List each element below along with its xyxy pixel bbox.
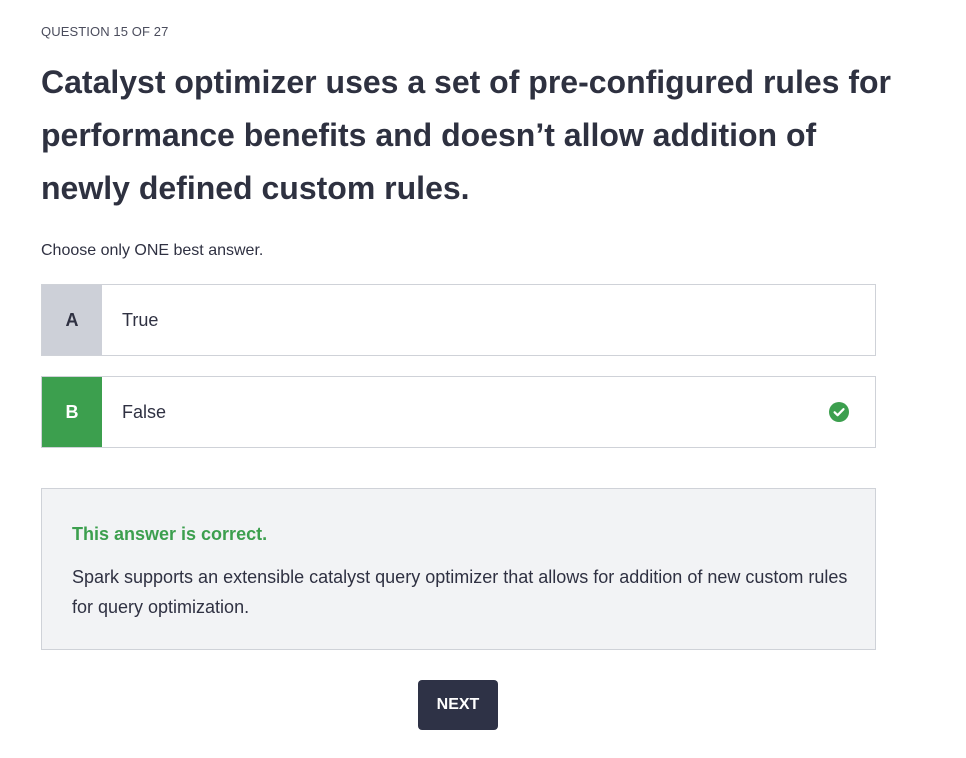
option-b[interactable]: B False — [41, 376, 876, 448]
question-counter: QUESTION 15 OF 27 — [41, 24, 169, 39]
feedback-explanation: Spark supports an extensible catalyst qu… — [72, 567, 848, 617]
option-label: True — [122, 309, 159, 330]
question-text: Catalyst optimizer uses a set of pre-con… — [41, 64, 891, 206]
answer-feedback-panel: This answer is correct. Spark supports a… — [41, 488, 876, 650]
check-circle-icon — [829, 402, 849, 422]
answer-instruction: Choose only ONE best answer. — [41, 242, 264, 259]
feedback-title: This answer is correct. — [72, 524, 268, 544]
option-letter: A — [42, 285, 102, 355]
option-a[interactable]: A True — [41, 284, 876, 356]
option-letter: B — [42, 377, 102, 447]
option-label: False — [122, 401, 167, 422]
next-button[interactable]: NEXT — [418, 680, 498, 730]
